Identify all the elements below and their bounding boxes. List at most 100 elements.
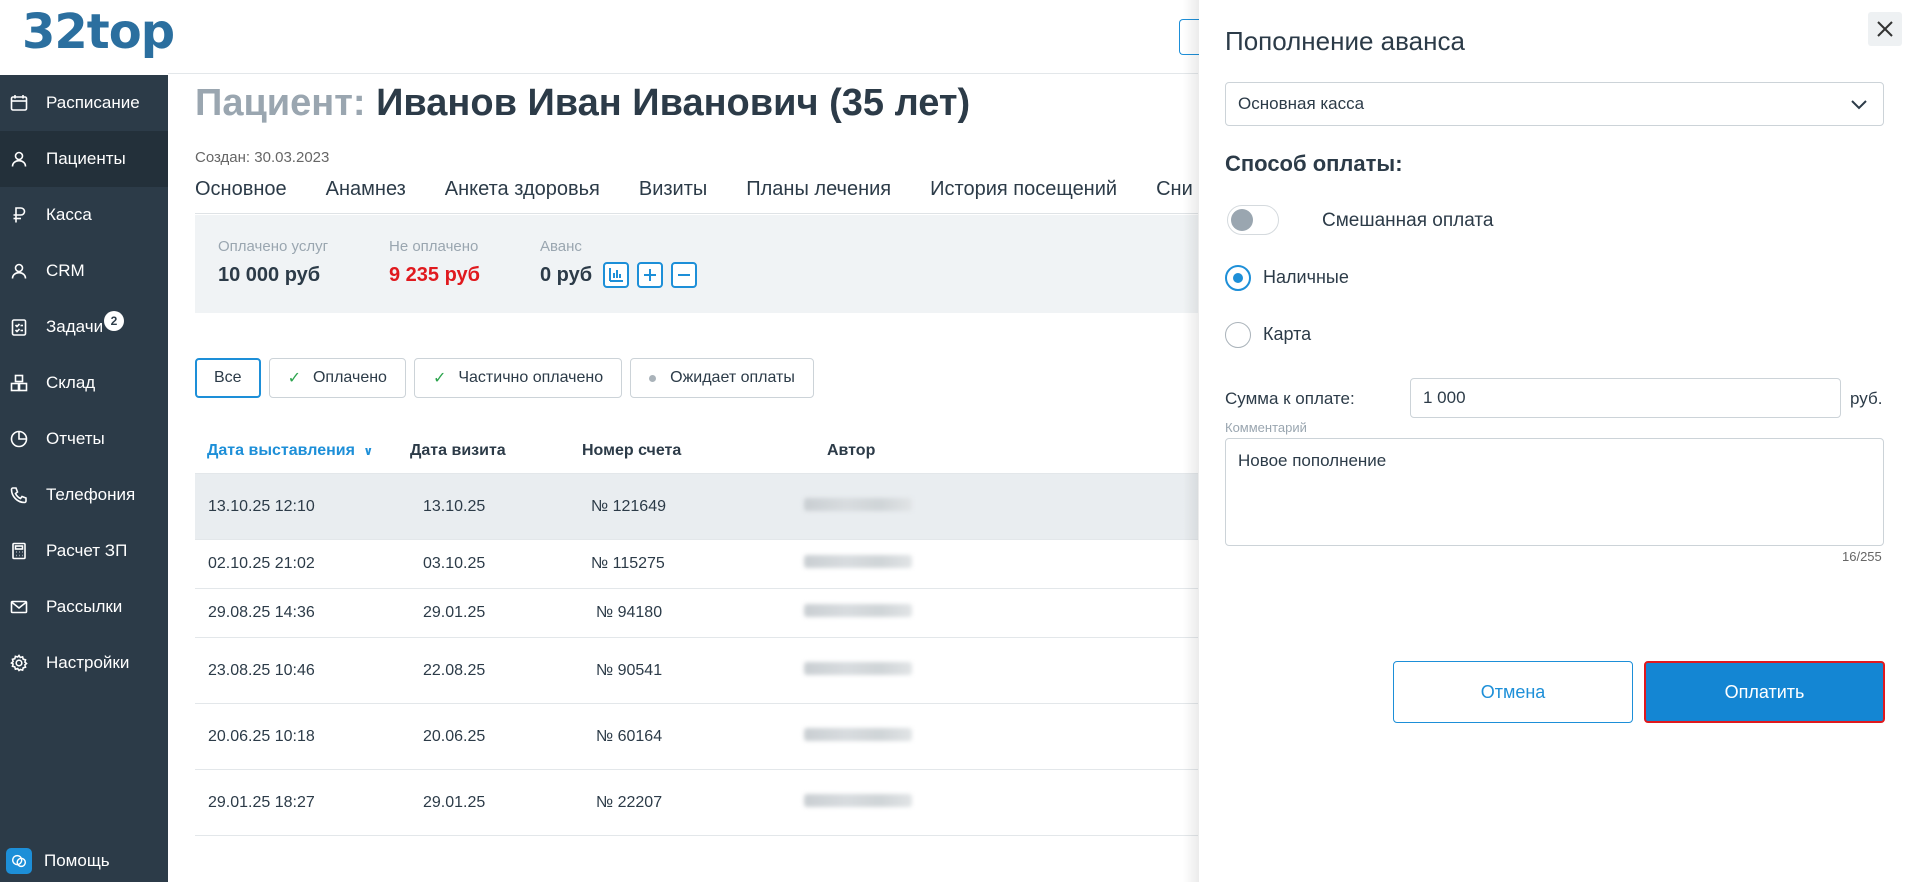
cell-issued: 29.01.25 18:27 [208, 793, 315, 811]
cell-visit: 20.06.25 [423, 727, 486, 745]
cell-number: № 60164 [596, 727, 663, 745]
amount-input[interactable] [1410, 378, 1841, 418]
sidebar-item-label: Склад [46, 373, 96, 392]
tab-anamnesis[interactable]: Анамнез [326, 178, 406, 213]
advance-add-button[interactable] [637, 262, 663, 288]
cell-visit: 22.08.25 [423, 661, 486, 679]
patient-name: Иванов Иван Иванович (35 лет) [376, 82, 971, 124]
radio-card-label[interactable]: Карта [1263, 324, 1311, 345]
help-button[interactable]: Помощь [6, 848, 110, 874]
minus-icon [678, 274, 690, 276]
cell-visit: 13.10.25 [423, 497, 486, 515]
filter-label: Все [214, 369, 242, 386]
cashbox-select-value: Основная касса [1238, 94, 1365, 113]
sidebar-item-label: Настройки [46, 653, 130, 672]
sidebar-item-payroll[interactable]: Расчет ЗП [0, 523, 168, 579]
table-row[interactable]: 20.06.25 10:18 20.06.25 № 60164 [195, 704, 1198, 770]
cancel-button[interactable]: Отмена [1393, 661, 1633, 723]
advance-label: Аванс [540, 238, 582, 255]
pay-button[interactable]: Оплатить [1644, 661, 1885, 723]
comment-label: Комментарий [1225, 420, 1307, 435]
tasks-count-badge: 2 [104, 311, 124, 331]
unpaid-block: Не оплачено 9 235 руб [389, 238, 480, 287]
sidebar-item-label: CRM [46, 261, 85, 280]
table-row[interactable]: 29.08.25 14:36 29.01.25 № 94180 [195, 589, 1198, 638]
advance-subtract-button[interactable] [671, 262, 697, 288]
radio-cash[interactable] [1225, 265, 1251, 291]
clipboard-icon [8, 316, 30, 338]
tab-health-form[interactable]: Анкета здоровья [445, 178, 600, 213]
table-row[interactable]: 02.10.25 21:02 03.10.25 № 115275 [195, 540, 1198, 589]
filter-label: Частично оплачено [458, 369, 604, 386]
invoices-table: Дата выставления ∨ Дата визита Номер сче… [195, 428, 1198, 836]
help-chat-icon [6, 848, 32, 874]
advance-history-button[interactable] [603, 262, 629, 288]
calendar-icon [8, 92, 30, 114]
filter-awaiting-payment[interactable]: Ожидает оплаты [630, 358, 814, 398]
tab-main[interactable]: Основное [195, 178, 287, 213]
cell-visit: 29.01.25 [423, 604, 486, 621]
tab-visit-history[interactable]: История посещений [930, 178, 1117, 213]
calculator-icon [8, 540, 30, 562]
bar-chart-icon [609, 268, 623, 282]
cashbox-select[interactable]: Основная касса [1225, 82, 1884, 126]
toggle-knob [1231, 209, 1253, 231]
cell-number: № 90541 [596, 661, 663, 679]
table-row[interactable]: 29.01.25 18:27 29.01.25 № 22207 [195, 770, 1198, 836]
paid-services-value: 10 000 руб [218, 264, 321, 286]
cell-issued: 13.10.25 12:10 [208, 497, 315, 515]
radio-card[interactable] [1225, 322, 1251, 348]
column-issued-date[interactable]: Дата выставления ∨ [207, 442, 373, 460]
help-label: Помощь [44, 851, 110, 870]
sidebar-item-tasks[interactable]: Задачи 2 [0, 299, 168, 355]
check-icon: ✓ [432, 370, 447, 387]
comment-textarea[interactable]: Новое пополнение [1225, 438, 1884, 546]
column-invoice-number[interactable]: Номер счета [582, 442, 681, 460]
cell-author-blurred [804, 604, 912, 622]
sidebar-item-label: Задачи [46, 317, 104, 336]
tab-visits[interactable]: Визиты [639, 178, 707, 213]
filter-paid[interactable]: ✓ Оплачено [268, 358, 406, 398]
advance-topup-panel: Пополнение аванса Основная касса Способ … [1199, 0, 1909, 882]
mixed-payment-toggle[interactable] [1227, 205, 1279, 235]
sidebar-item-cashbox[interactable]: Касса [0, 187, 168, 243]
check-icon: ✓ [287, 370, 301, 387]
comment-char-counter: 16/255 [1842, 549, 1882, 564]
amount-label: Сумма к оплате: [1225, 389, 1355, 408]
sidebar-item-label: Касса [46, 205, 92, 224]
panel-shadow [1183, 0, 1199, 882]
app-logo[interactable]: 32top [22, 4, 175, 60]
payment-summary: Оплачено услуг 10 000 руб Не оплачено 9 … [195, 215, 1198, 313]
sidebar-item-crm[interactable]: CRM [0, 243, 168, 299]
chevron-down-icon: ∨ [363, 443, 374, 458]
column-visit-date[interactable]: Дата визита [410, 442, 506, 460]
sidebar-item-warehouse[interactable]: Склад [0, 355, 168, 411]
table-row[interactable]: 13.10.25 12:10 13.10.25 № 121649 [195, 474, 1198, 540]
header-divider [168, 73, 1198, 74]
sidebar-item-patients[interactable]: Пациенты [0, 131, 168, 187]
sidebar-item-reports[interactable]: Отчеты [0, 411, 168, 467]
close-button[interactable] [1868, 12, 1902, 46]
cell-author-blurred [804, 661, 912, 680]
sidebar-item-label: Отчеты [46, 429, 105, 448]
mail-icon [8, 596, 30, 618]
cell-issued: 29.08.25 14:36 [208, 604, 315, 621]
filter-partially-paid[interactable]: ✓ Частично оплачено [413, 358, 623, 398]
table-row[interactable]: 23.08.25 10:46 22.08.25 № 90541 [195, 638, 1198, 704]
filter-all[interactable]: Все [195, 358, 261, 398]
radio-cash-label[interactable]: Наличные [1263, 267, 1349, 288]
phone-icon [8, 484, 30, 506]
page-title: Пациент: Иванов Иван Иванович (35 лет) [195, 82, 970, 125]
tab-treatment-plans[interactable]: Планы лечения [746, 178, 891, 213]
sidebar-item-schedule[interactable]: Расписание [0, 75, 168, 131]
sidebar-item-telephony[interactable]: Телефония [0, 467, 168, 523]
column-label: Дата выставления [207, 441, 355, 459]
advance-value: 0 руб [540, 264, 593, 286]
sidebar-item-mailings[interactable]: Рассылки [0, 579, 168, 635]
column-author[interactable]: Автор [827, 442, 875, 460]
sidebar-item-settings[interactable]: Настройки [0, 635, 168, 691]
currency-label: руб. [1850, 389, 1883, 408]
cell-number: № 22207 [596, 793, 663, 811]
cell-author-blurred [804, 793, 912, 812]
sidebar-item-label: Рассылки [46, 597, 123, 616]
